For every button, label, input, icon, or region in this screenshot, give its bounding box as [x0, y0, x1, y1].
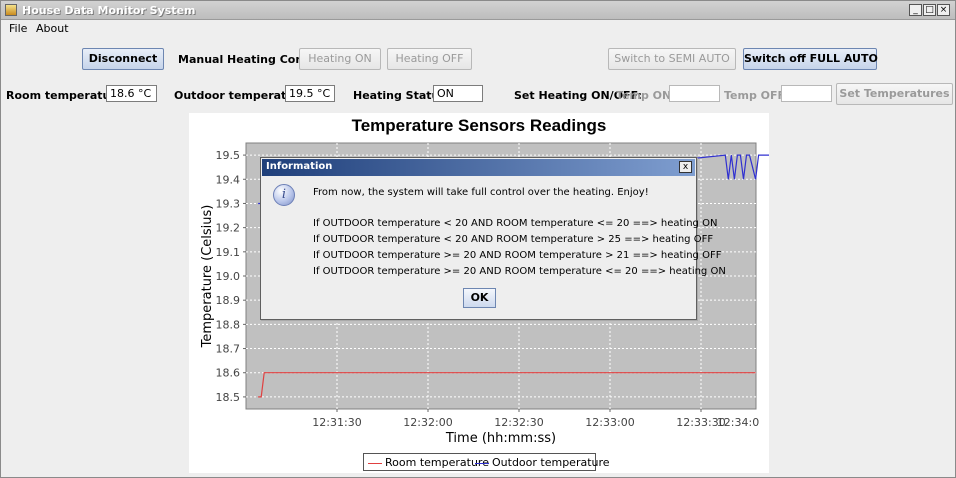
minimize-icon[interactable]: _: [909, 4, 922, 16]
dialog-title: Information: [266, 161, 333, 172]
ok-button[interactable]: OK: [463, 288, 496, 308]
temp-on-field[interactable]: [669, 85, 720, 102]
y-tick-label: 18.7: [216, 343, 241, 356]
dialog-rule-2: If OUTDOOR temperature < 20 AND ROOM tem…: [313, 234, 714, 245]
window-title: House Data Monitor System: [22, 4, 196, 17]
legend-outdoor-swatch: [475, 462, 489, 464]
heating-on-button[interactable]: Heating ON: [299, 48, 381, 70]
y-tick-label: 18.6: [216, 367, 241, 380]
y-tick-label: 19.1: [216, 246, 241, 259]
x-tick-label: 12:32:30: [494, 416, 543, 429]
outdoor-temperature-field[interactable]: 19.5 °C: [285, 85, 335, 102]
y-tick-label: 19.2: [216, 222, 241, 235]
y-axis-label: Temperature (Celsius): [200, 205, 215, 349]
java-app-icon: [5, 4, 17, 16]
title-bar[interactable]: House Data Monitor System _ □ ×: [1, 1, 955, 20]
main-window: House Data Monitor System _ □ × File Abo…: [0, 0, 956, 478]
chart-legend: Room temperature Outdoor temperature: [363, 453, 610, 471]
x-tick-label: 12:33:00: [585, 416, 634, 429]
y-tick-label: 18.9: [216, 294, 241, 307]
y-tick-label: 19.4: [216, 173, 241, 186]
x-tick-label: 12:31:30: [312, 416, 361, 429]
temp-off-field[interactable]: [781, 85, 832, 102]
menu-about[interactable]: About: [36, 22, 69, 35]
y-tick-label: 18.8: [216, 318, 241, 331]
dialog-rule-3: If OUTDOOR temperature >= 20 AND ROOM te…: [313, 250, 722, 261]
legend-room-swatch: [368, 462, 382, 464]
temp-on-label: Temp ON:: [616, 89, 676, 102]
x-tick-label: 12:34:0: [717, 416, 759, 429]
heating-status-field[interactable]: ON: [433, 85, 483, 102]
room-temperature-field[interactable]: 18.6 °C: [106, 85, 157, 102]
legend-room: Room temperature: [368, 456, 489, 469]
temp-off-label: Temp OFF:: [724, 89, 789, 102]
disconnect-button[interactable]: Disconnect: [82, 48, 164, 70]
semi-auto-button[interactable]: Switch to SEMI AUTO: [608, 48, 736, 70]
menu-bar: File About: [1, 20, 955, 38]
y-tick-label: 18.5: [216, 391, 241, 404]
maximize-icon[interactable]: □: [923, 4, 936, 16]
heating-off-button[interactable]: Heating OFF: [387, 48, 472, 70]
information-dialog: Information x i From now, the system wil…: [260, 157, 726, 320]
y-tick-label: 19.5: [216, 149, 241, 162]
info-icon: i: [273, 184, 295, 206]
x-tick-label: 12:32:00: [403, 416, 452, 429]
dialog-rule-1: If OUTDOOR temperature < 20 AND ROOM tem…: [313, 218, 718, 229]
dialog-title-bar[interactable]: Information x: [262, 159, 695, 176]
dialog-rule-4: If OUTDOOR temperature >= 20 AND ROOM te…: [313, 266, 726, 277]
close-icon[interactable]: ×: [937, 4, 950, 16]
legend-room-label: Room temperature: [385, 456, 489, 469]
y-tick-label: 19.0: [216, 270, 241, 283]
menu-file[interactable]: File: [9, 22, 27, 35]
legend-outdoor: Outdoor temperature: [475, 456, 610, 469]
x-axis-label: Time (hh:mm:ss): [445, 431, 556, 446]
set-temperatures-button[interactable]: Set Temperatures: [836, 83, 953, 105]
dialog-close-icon[interactable]: x: [679, 161, 692, 173]
legend-outdoor-label: Outdoor temperature: [492, 456, 610, 469]
full-auto-button[interactable]: Switch off FULL AUTO: [743, 48, 878, 70]
y-tick-label: 19.3: [216, 197, 241, 210]
dialog-message: From now, the system will take full cont…: [313, 187, 649, 198]
